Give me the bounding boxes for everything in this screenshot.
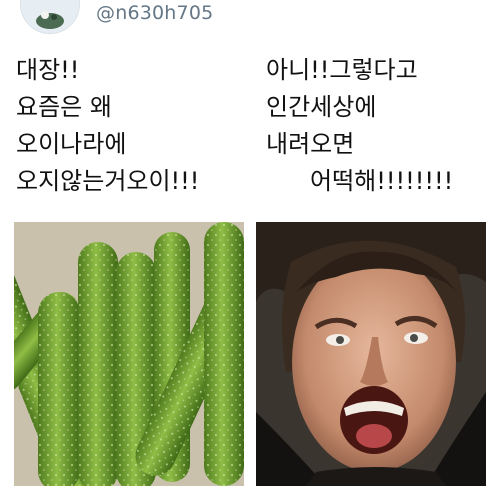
profile-avatar[interactable] [20, 0, 80, 34]
cucumbers-illustration [14, 222, 244, 486]
caption-line: 아니!!그렇다고 [266, 56, 418, 84]
caption-line: 오이나라에 [16, 130, 127, 158]
right-caption: 아니!!그렇다고 인간세상에 내려오면 어떡해!!!!!!!! [266, 52, 496, 200]
caption-line: 대장!! [16, 56, 80, 84]
caption-line: 오지않는거오이!!! [16, 167, 200, 195]
user-handle[interactable]: @n630h705 [96, 2, 213, 24]
cucumbers-photo[interactable] [14, 222, 244, 486]
avatar-icon [21, 0, 79, 33]
caption-line: 요즘은 왜 [16, 93, 112, 121]
screaming-man-illustration [256, 222, 486, 486]
caption-line: 인간세상에 [266, 93, 377, 121]
caption-line: 어떡해!!!!!!!! [310, 167, 454, 195]
left-caption: 대장!! 요즘은 왜 오이나라에 오지않는거오이!!! [16, 52, 256, 200]
caption-line: 내려오면 [266, 130, 355, 158]
screaming-man-photo[interactable] [256, 222, 486, 486]
tweet-header: @n630h705 [0, 0, 500, 40]
